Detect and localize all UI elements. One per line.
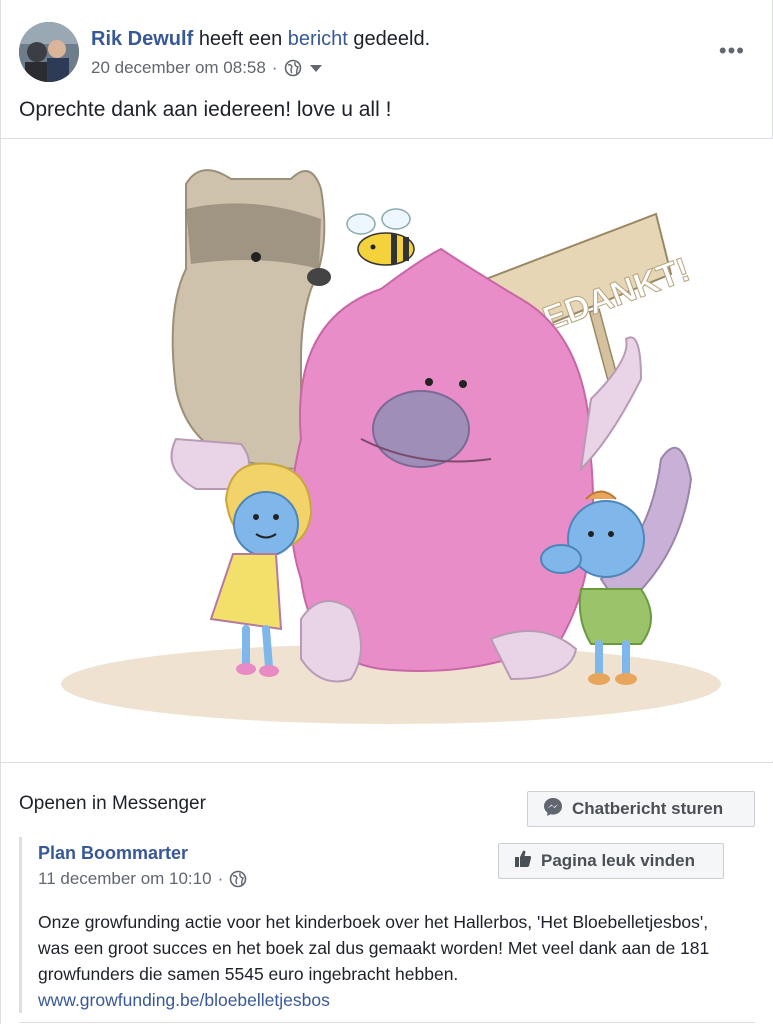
like-page-label: Pagina leuk vinden: [541, 851, 695, 870]
page-meta: 11 december om 10:10 ·: [38, 869, 247, 889]
like-page-button[interactable]: Pagina leuk vinden: [498, 843, 724, 879]
post-meta: 20 december om 08:58 ·: [91, 58, 322, 78]
author-line: Rik Dewulf heeft een bericht gedeeld.: [91, 28, 430, 51]
post-image[interactable]: BEDANKT!: [1, 139, 773, 761]
post-timestamp[interactable]: 20 december om 08:58: [91, 58, 266, 78]
post-card: Rik Dewulf heeft een bericht gedeeld. 20…: [0, 0, 773, 1024]
shared-post-box: Openen in Messenger Chatbericht sturen P…: [1, 762, 773, 1024]
divider-bottom: [19, 1022, 755, 1023]
meta-dot: ·: [271, 58, 278, 77]
action-pre: heeft een: [198, 28, 283, 50]
send-message-button[interactable]: Chatbericht sturen: [527, 791, 755, 827]
page-name[interactable]: Plan Boommarter: [38, 843, 188, 864]
page-timestamp[interactable]: 11 december om 10:10: [38, 869, 212, 889]
globe-icon: [284, 59, 302, 77]
author-name[interactable]: Rik Dewulf: [91, 28, 193, 50]
send-message-label: Chatbericht sturen: [572, 799, 724, 818]
shared-post-text: Onze growfunding actie voor het kinderbo…: [38, 909, 738, 1013]
page-meta-dot: ·: [217, 869, 224, 888]
globe-icon: [229, 870, 247, 888]
post-header: Rik Dewulf heeft een bericht gedeeld. 20…: [19, 20, 759, 82]
bee-figure: [346, 208, 415, 266]
blue-girl-figure: [209, 462, 313, 677]
action-post: gedeeld.: [353, 28, 431, 50]
open-in-messenger-label: Openen in Messenger: [19, 793, 206, 814]
audience-chevron-down-icon[interactable]: [309, 64, 322, 72]
growfunding-link[interactable]: www.growfunding.be/bloebelletjesbos: [38, 987, 738, 1013]
shared-post-body: Onze growfunding actie voor het kinderbo…: [38, 912, 710, 984]
more-options-icon[interactable]: •••: [719, 40, 745, 62]
post-message: Oprechte dank aan iedereen! love u all !: [19, 98, 392, 121]
action-link[interactable]: bericht: [288, 28, 348, 50]
avatar[interactable]: [19, 22, 79, 82]
thumbs-up-icon: [513, 849, 533, 874]
messenger-icon: [542, 796, 564, 823]
